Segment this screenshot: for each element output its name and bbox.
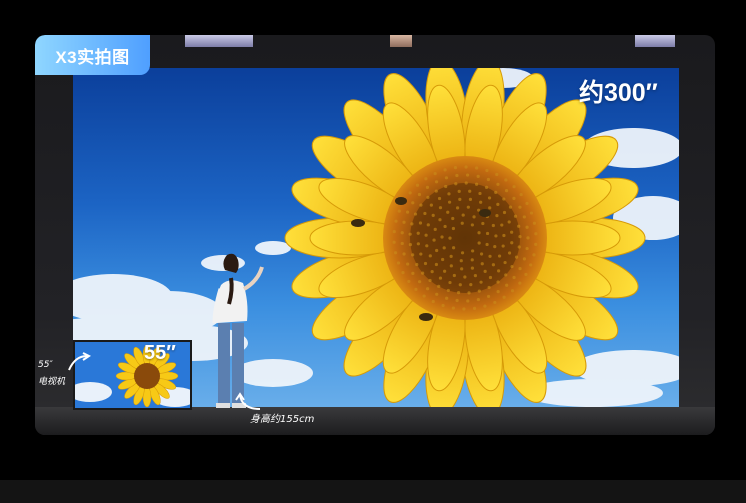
- photo-badge: X3实拍图: [35, 35, 150, 75]
- bottom-strip: [0, 480, 746, 503]
- tv-annotation-label: 电视机: [38, 377, 66, 387]
- photo-frame: 55″ X3实拍图 约300″ 55″ 电视机 身高约155cm: [35, 35, 715, 435]
- height-annotation: 身高约155cm: [250, 414, 315, 425]
- screen-size-label: 约300″: [579, 79, 658, 107]
- tv-annotation-size: 55″: [38, 360, 53, 370]
